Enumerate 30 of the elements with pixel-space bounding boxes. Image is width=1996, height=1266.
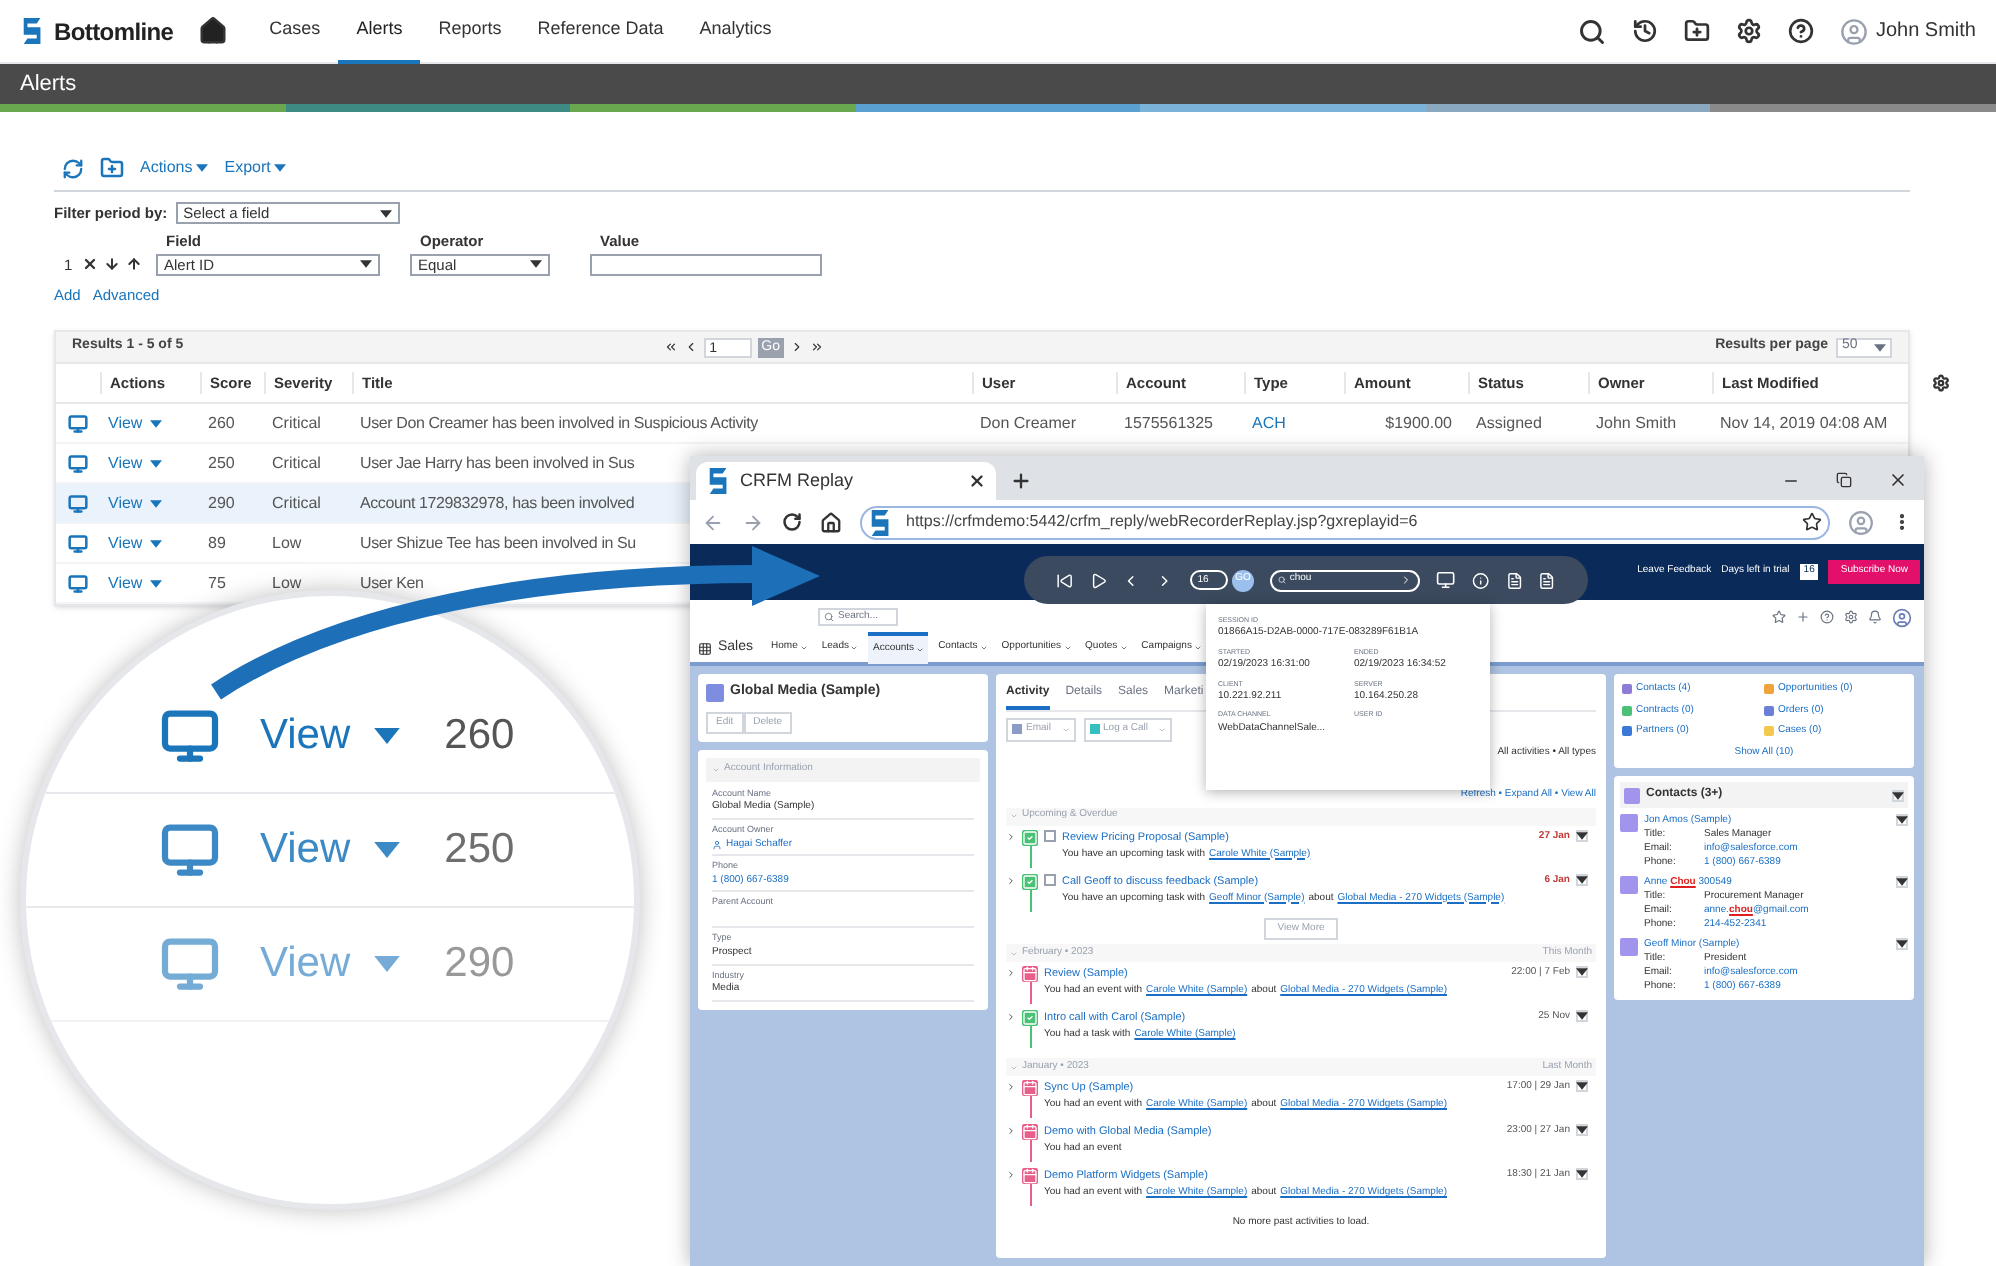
table-cell-text: 290	[206, 491, 237, 515]
score-value: 260	[444, 710, 515, 763]
table-cell-text: Critical	[270, 451, 323, 475]
score-value: 250	[444, 824, 515, 877]
table-cell-text: Account 1729832978, has been involved	[358, 491, 637, 515]
table-cell-text: John Smith	[1594, 411, 1679, 435]
table-cell-text: ACH	[1250, 411, 1288, 435]
page-title: Alerts	[20, 69, 77, 100]
score-value: 290	[444, 938, 515, 991]
table-cell-text: User Don Creamer has been involved in Suspicious Activity	[358, 411, 760, 435]
table-cell-text: Low	[270, 571, 304, 595]
table-cell-text: 75	[206, 571, 228, 595]
view-label: View	[260, 710, 351, 763]
table-cell-text: $1900.00	[1383, 411, 1454, 435]
table-cell-text: Critical	[270, 491, 323, 515]
brand-name: Bottomline	[54, 15, 174, 49]
view-label: View	[260, 938, 351, 991]
table-cell-text: 89	[206, 531, 228, 555]
table-cell-text: 1575561325	[1122, 411, 1215, 435]
table-cell-text: Nov 14, 2019 04:08 AM	[1718, 411, 1890, 435]
table-cell-text: 250	[206, 451, 237, 475]
table-cell-text: Critical	[270, 411, 323, 435]
table-cell-text: User Jae Harry has been involved in Sus	[358, 451, 637, 475]
table-cell-text: User Ken	[358, 571, 426, 595]
view-label: View	[260, 824, 351, 877]
table-cell-text: User Shizue Tee has been involved in Su	[358, 531, 638, 555]
table-cell-text: Assigned	[1474, 411, 1544, 435]
table-cell-text: Don Creamer	[978, 411, 1079, 435]
table-cell-text: Low	[270, 531, 304, 555]
table-cell-text: 260	[206, 411, 237, 435]
